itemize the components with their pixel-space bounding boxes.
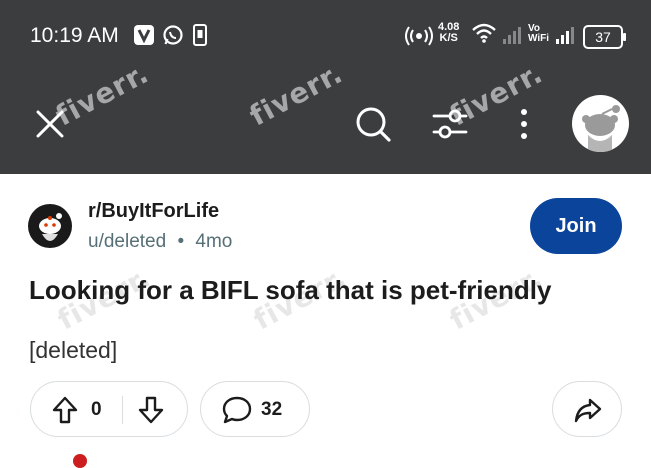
upvote-icon[interactable]	[51, 395, 79, 425]
comment-icon	[222, 396, 252, 424]
comment-count: 32	[261, 399, 283, 420]
filter-icon[interactable]	[430, 106, 470, 142]
search-icon[interactable]	[353, 104, 393, 144]
post-age: 4mo	[195, 231, 233, 252]
subreddit-snoo-icon	[39, 213, 62, 241]
status-bar: 10:19 AM 4.08 K/S Vo WiFi 37	[0, 0, 651, 72]
signal-icon-2	[556, 27, 574, 44]
wifi-icon	[472, 23, 496, 43]
profile-avatar[interactable]	[572, 95, 629, 152]
vowifi-indicator: Vo WiFi	[528, 24, 549, 44]
close-icon[interactable]	[32, 106, 68, 142]
share-button[interactable]	[552, 381, 622, 437]
subreddit-name[interactable]: r/BuyItForLife	[88, 200, 219, 223]
post-body: [deleted]	[29, 337, 118, 363]
snoo-avatar-icon	[582, 105, 620, 152]
vote-pill: 0	[30, 381, 188, 437]
more-vertical-icon[interactable]	[518, 106, 530, 142]
post-author[interactable]: u/deleted	[88, 231, 166, 252]
net-speed-unit: K/S	[439, 32, 458, 44]
battery-indicator: 37	[583, 25, 626, 49]
share-icon	[574, 398, 602, 423]
vowifi-bottom: WiFi	[528, 33, 550, 44]
meta-separator: •	[177, 231, 185, 252]
post-title[interactable]: Looking for a BIFL sofa that is pet-frie…	[29, 275, 551, 306]
whatsapp-icon	[163, 25, 183, 45]
signal-icon	[503, 27, 521, 44]
status-time: 10:19 AM	[30, 24, 119, 47]
vote-count: 0	[91, 399, 102, 420]
downvote-icon[interactable]	[137, 395, 165, 425]
hotspot-icon	[405, 26, 433, 46]
join-button[interactable]: Join	[530, 198, 622, 254]
next-post-avatar	[73, 454, 87, 468]
post-meta: u/deleted • 4mo	[88, 231, 232, 253]
sim-icon	[193, 24, 207, 46]
app-bar	[0, 72, 651, 174]
net-speed: 4.08 K/S	[438, 22, 459, 44]
v-app-icon	[134, 25, 154, 45]
vote-divider	[122, 396, 123, 424]
subreddit-avatar[interactable]	[28, 204, 72, 248]
comments-button[interactable]: 32	[200, 381, 310, 437]
